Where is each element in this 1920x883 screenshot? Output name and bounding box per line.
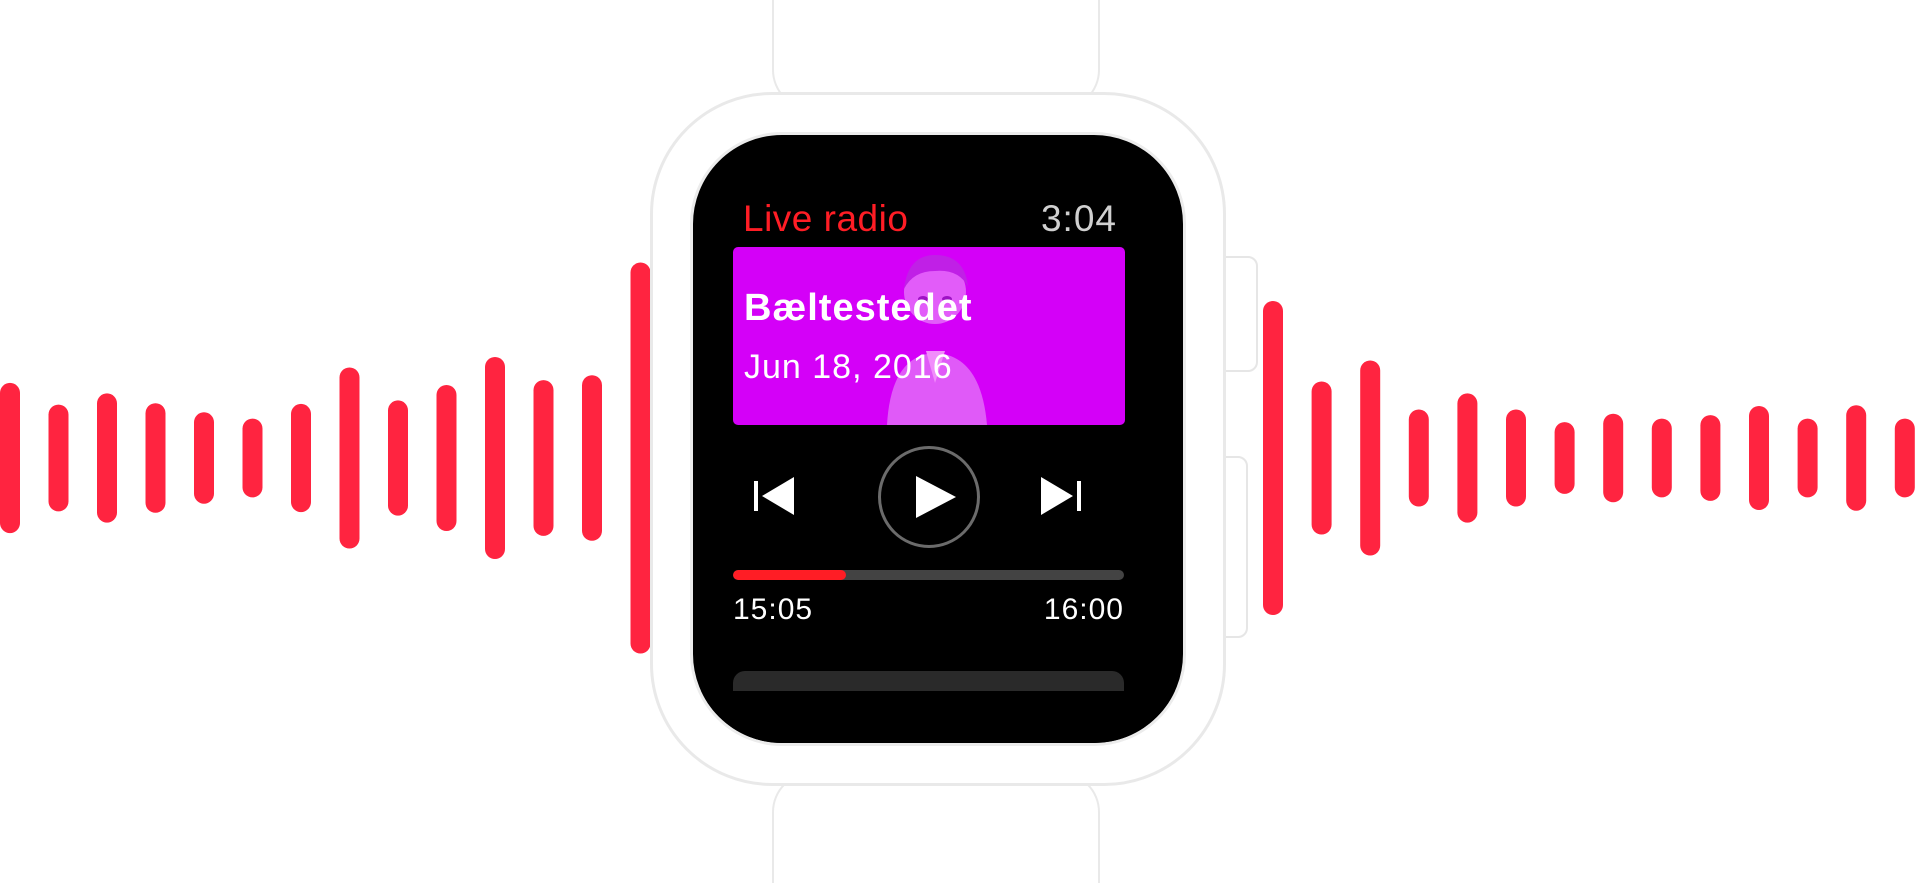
program-artwork[interactable]: Bæltestedet Jun 18, 2016 [733,247,1125,425]
end-time: 16:00 [1043,593,1124,626]
start-time: 15:05 [733,593,814,626]
play-icon [916,476,956,518]
previous-button[interactable] [748,467,812,527]
stage: Live radio 3:04 Bæltestedet Jun 18, 2016 [0,0,1920,883]
clock: 3:04 [1040,198,1117,239]
next-button[interactable] [1033,467,1097,527]
progress-fill [733,570,847,580]
host-photo [887,255,987,425]
watch-screen: Live radio 3:04 Bæltestedet Jun 18, 2016 [690,132,1186,746]
watch-band-bottom [772,772,1100,883]
program-date: Jun 18, 2016 [744,348,953,386]
screen-bottom-mask [693,691,1183,743]
app-title: Live radio [743,198,909,239]
program-name: Bæltestedet [744,287,973,329]
play-button[interactable] [878,446,980,548]
radio-player: Live radio 3:04 Bæltestedet Jun 18, 2016 [693,197,1183,743]
progress-bar[interactable] [733,570,1124,580]
skip-forward-icon [1041,477,1081,515]
skip-back-icon [754,477,794,515]
